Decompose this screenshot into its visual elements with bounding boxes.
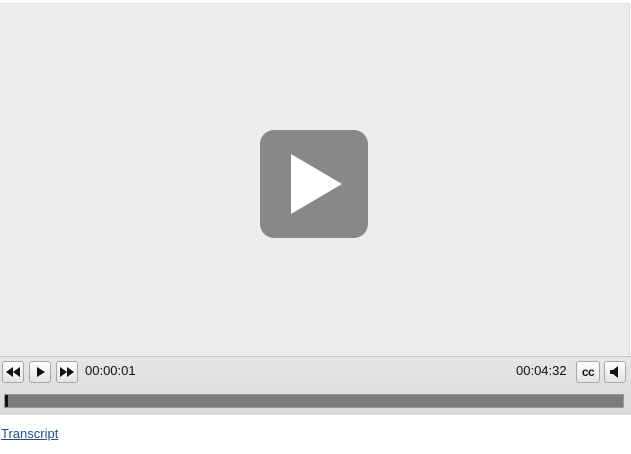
play-icon [291,154,342,214]
fast-forward-button[interactable] [56,361,78,383]
rewind-icon [6,367,20,377]
rewind-button[interactable] [2,361,24,383]
closed-captions-button[interactable]: cc [576,361,600,383]
current-time: 00:00:01 [85,363,136,378]
video-player: 00:00:01 00:04:32 cc [0,0,631,418]
play-button[interactable] [29,361,51,383]
duration-time: 00:04:32 [516,363,567,378]
control-bar: 00:00:01 00:04:32 cc [0,356,631,415]
speaker-icon [610,366,618,378]
play-icon [37,367,45,377]
big-play-button[interactable] [260,130,368,238]
seek-bar-played [5,395,8,407]
volume-button[interactable] [604,361,626,383]
video-display[interactable] [0,3,630,356]
fast-forward-icon [60,367,74,377]
transcript-link[interactable]: Transcript [1,426,58,441]
seek-bar[interactable] [4,394,624,408]
